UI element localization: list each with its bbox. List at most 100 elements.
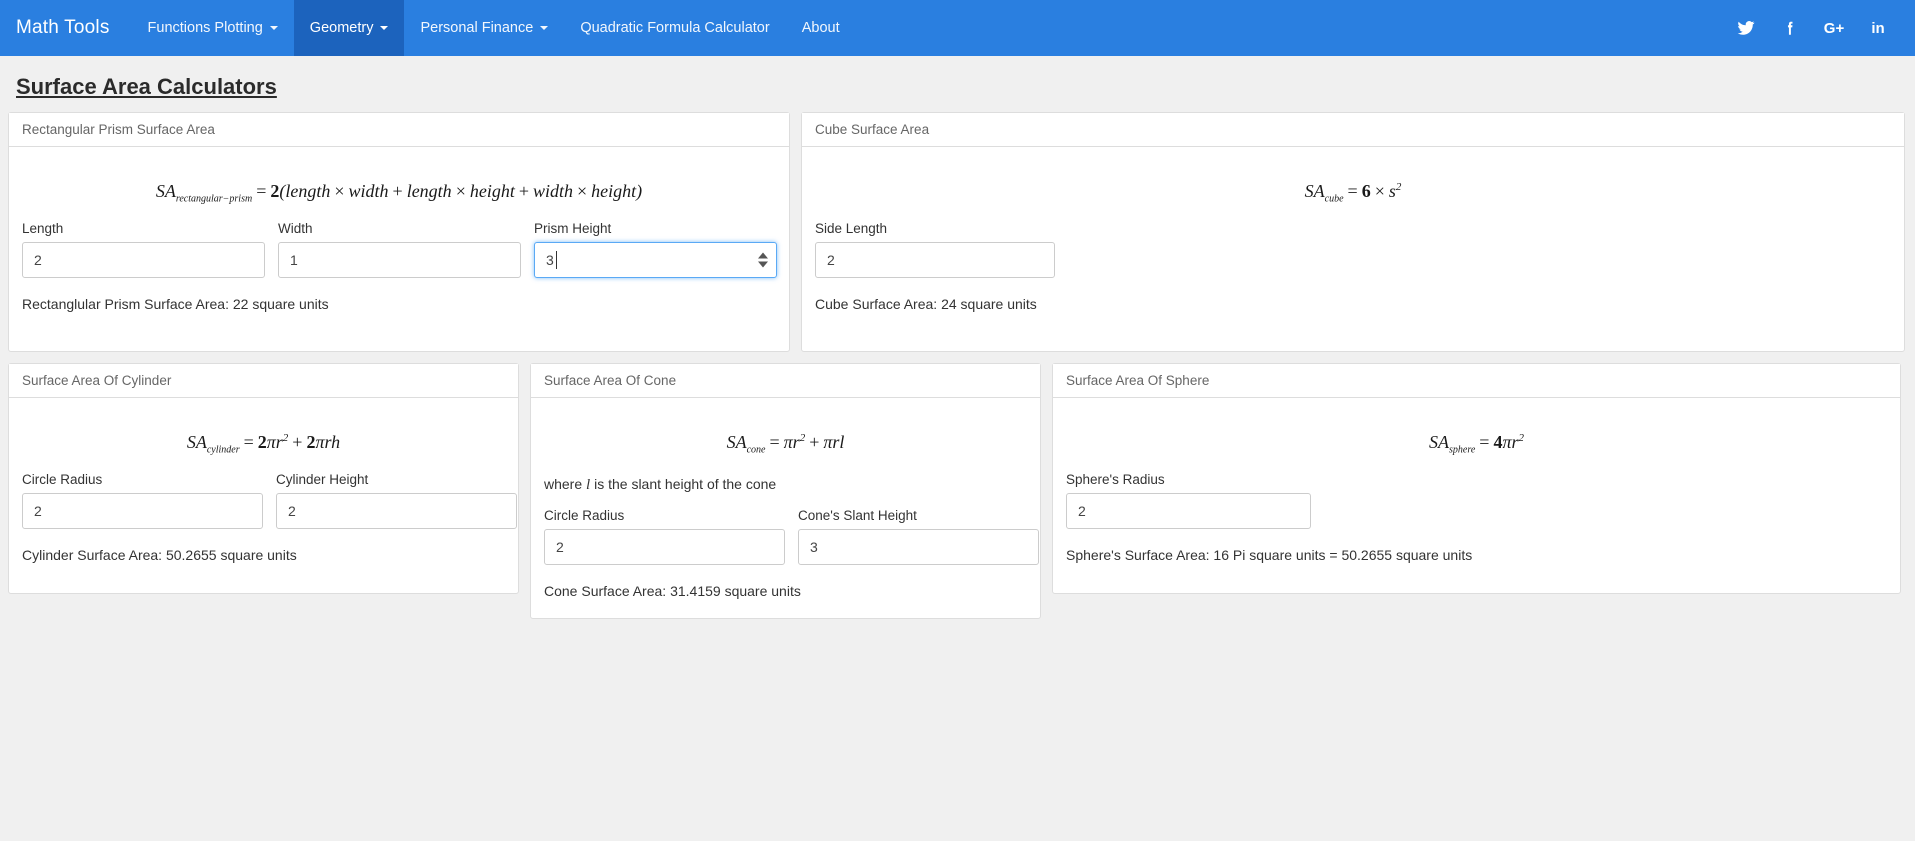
formula-length-2: length: [406, 181, 452, 201]
field-label-length: Length: [22, 220, 64, 236]
nav-items: Functions Plotting Geometry Personal Fin…: [132, 0, 856, 56]
field-width: Width: [278, 221, 521, 278]
formula-length-1: length: [285, 181, 331, 201]
formula-subscript: rectangular−prism: [175, 193, 253, 205]
field-label-side-length: Side Length: [815, 220, 888, 236]
formula-radius-1: r: [792, 432, 800, 452]
chevron-down-icon: [540, 26, 549, 30]
main-navbar: Math Tools Functions Plotting Geometry P…: [0, 0, 1915, 56]
field-side-length: Side Length: [815, 221, 1055, 278]
input-wrap-length: [22, 241, 265, 278]
prism-height-input[interactable]: [534, 241, 777, 278]
nav-item-label: Quadratic Formula Calculator: [580, 20, 770, 36]
input-wrap-circle-radius: [22, 492, 263, 529]
field-length: Length: [22, 221, 265, 278]
formula-width-1: width: [348, 181, 389, 201]
panel-body-cube: SAcube=6×s2 Side Length Cube Surface Are…: [802, 147, 1904, 326]
page-container: Surface Area Calculators Rectangular Pri…: [0, 56, 1915, 619]
nav-item-about[interactable]: About: [786, 0, 856, 56]
field-cone-radius: Circle Radius: [544, 508, 785, 565]
nav-item-personal-finance[interactable]: Personal Finance: [404, 0, 564, 56]
field-label-cylinder-height: Cylinder Height: [276, 471, 369, 487]
field-sphere-radius: Sphere's Radius: [1066, 472, 1311, 529]
facebook-icon[interactable]: [1771, 9, 1809, 47]
linkedin-icon[interactable]: in: [1859, 9, 1897, 47]
note-prefix: where: [544, 475, 587, 492]
width-input[interactable]: [278, 241, 521, 278]
formula-times: ×: [1374, 181, 1385, 201]
formula-times-1: ×: [334, 181, 345, 201]
field-label-cone-slant-height: Cone's Slant Height: [798, 507, 917, 523]
formula-coefficient: 2: [270, 181, 280, 201]
formula-plus-2: +: [518, 181, 529, 201]
formula-equals: =: [243, 432, 254, 452]
nav-item-functions-plotting[interactable]: Functions Plotting: [132, 0, 294, 56]
stepper-up-icon[interactable]: [758, 252, 768, 259]
google-plus-label: G+: [1823, 19, 1845, 37]
nav-item-geometry[interactable]: Geometry: [293, 0, 405, 56]
nav-item-quadratic-formula-calculator[interactable]: Quadratic Formula Calculator: [564, 0, 785, 56]
sphere-radius-input[interactable]: [1066, 492, 1311, 529]
length-input[interactable]: [22, 241, 265, 278]
formula-times-3: ×: [577, 181, 588, 201]
cone-slant-height-input[interactable]: [798, 528, 1039, 565]
formula-sa: SA: [726, 432, 747, 452]
twitter-icon[interactable]: [1727, 9, 1765, 47]
formula-coefficient: 6: [1361, 181, 1371, 201]
nav-item-label: Geometry: [309, 20, 374, 36]
text-cursor: [556, 250, 557, 269]
cylinder-radius-input[interactable]: [22, 492, 263, 529]
panel-heading-cylinder: Surface Area Of Cylinder: [9, 364, 518, 398]
number-stepper[interactable]: [758, 252, 768, 268]
formula-subscript: cylinder: [206, 444, 240, 456]
field-label-circle-radius: Circle Radius: [22, 471, 103, 487]
formula-cube: SAcube = 6 × s2: [815, 159, 1891, 221]
formula-height-2: height: [591, 181, 637, 201]
formula-plus: +: [809, 432, 820, 452]
formula-subscript: cone: [746, 444, 766, 456]
formula-exponent: 2: [1518, 432, 1525, 444]
cylinder-height-input[interactable]: [276, 492, 517, 529]
formula-side: s: [1388, 181, 1396, 201]
fields-cube: Side Length: [815, 221, 1891, 278]
formula-radius-1: r: [275, 432, 283, 452]
formula-equals: =: [256, 181, 267, 201]
panel-heading-cone: Surface Area Of Cone: [531, 364, 1040, 398]
nav-item-label: Functions Plotting: [147, 20, 263, 36]
panel-cylinder: Surface Area Of Cylinder SAcylinder = 2πr2…: [8, 363, 519, 594]
stepper-down-icon[interactable]: [758, 261, 768, 268]
formula-pi-1: π: [266, 432, 276, 452]
panel-body-prism: SArectangular−prism = 2(length × width + lengt…: [9, 147, 789, 326]
panel-body-cylinder: SAcylinder=2πr2+2πrh Circle Radius Cylin…: [9, 398, 518, 577]
formula-equals: =: [1479, 432, 1490, 452]
formula-subscript: cube: [1324, 193, 1344, 205]
cone-radius-input[interactable]: [544, 528, 785, 565]
nav-item-label: About: [801, 20, 840, 36]
field-prism-height: Prism Height: [534, 221, 777, 278]
google-plus-icon[interactable]: G+: [1815, 9, 1853, 47]
formula-exponent: 2: [1395, 181, 1402, 193]
input-wrap-side-length: [815, 241, 1055, 278]
formula-times-2: ×: [455, 181, 466, 201]
result-prism: Rectanglular Prism Surface Area: 22 squa…: [22, 295, 329, 312]
formula-equals: =: [1347, 181, 1358, 201]
brand-logo[interactable]: Math Tools: [0, 0, 132, 56]
formula-height-1: height: [469, 181, 515, 201]
panel-sphere: Surface Area Of Sphere SAsphere = 4πr2 Sph…: [1052, 363, 1901, 594]
social-links: G+ in: [1721, 0, 1915, 56]
panel-body-sphere: SAsphere=4πr2 Sphere's Radius Sphere's S…: [1053, 398, 1900, 577]
formula-sa: SA: [186, 432, 207, 452]
input-wrap-prism-height: [534, 241, 777, 278]
field-label-sphere-radius: Sphere's Radius: [1066, 471, 1165, 487]
side-length-input[interactable]: [815, 241, 1055, 278]
input-wrap-cone-radius: [544, 528, 785, 565]
linkedin-label: in: [1871, 19, 1885, 37]
formula-paren-close: ): [636, 181, 643, 201]
field-cylinder-height: Cylinder Height: [276, 472, 517, 529]
formula-sa: SA: [155, 181, 176, 201]
field-circle-radius: Circle Radius: [22, 472, 263, 529]
panel-heading-prism: Rectangular Prism Surface Area: [9, 113, 789, 147]
panel-cone: Surface Area Of Cone SAcone = πr2 + πrl wher…: [530, 363, 1041, 619]
input-wrap-sphere-radius: [1066, 492, 1311, 529]
result-sphere: Sphere's Surface Area: 16 Pi square unit…: [1066, 546, 1473, 563]
